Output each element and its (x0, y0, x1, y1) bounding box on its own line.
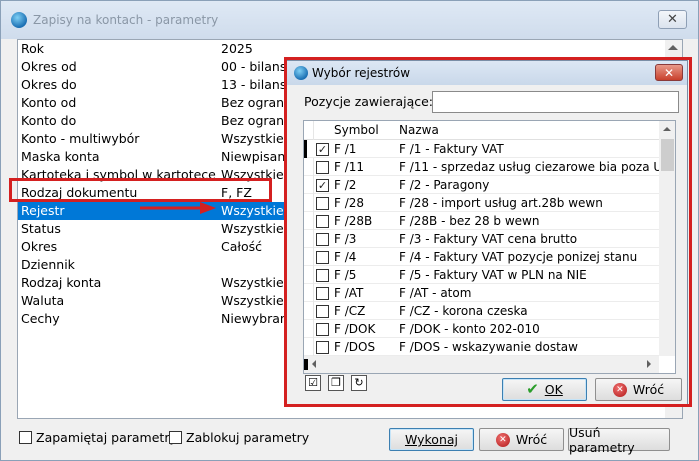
param-label: Cechy (21, 311, 60, 326)
execute-button[interactable]: Wykonaj (389, 428, 474, 451)
scroll-up-icon[interactable] (668, 45, 678, 50)
param-value: Wszystkie (221, 131, 284, 146)
param-value: Niewybran (221, 311, 288, 326)
param-label: Status (21, 221, 61, 236)
lock-params-label: Zablokuj parametry (186, 430, 310, 445)
execute-label: Wykonaj (404, 432, 459, 447)
param-value: Wszystkie (221, 221, 284, 236)
back-button[interactable]: ✕ Wróć (479, 428, 564, 451)
param-value: 13 - bilans (221, 77, 287, 92)
param-label: Okres od (21, 59, 77, 74)
param-label: Rejestr (21, 203, 65, 218)
close-button[interactable]: ✕ (658, 10, 687, 29)
close-icon: ✕ (667, 12, 678, 27)
param-label: Konto - multiwybór (21, 131, 140, 146)
param-label: Dziennik (21, 257, 75, 272)
param-value: Bez ograni (221, 95, 288, 110)
param-value: Wszystkie (221, 275, 284, 290)
param-value: Bez ograni (221, 113, 288, 128)
cancel-icon: ✕ (495, 432, 510, 447)
param-label: Waluta (21, 293, 65, 308)
remember-params-label: Zapamiętaj parametry (36, 430, 177, 445)
param-label: Konto do (21, 113, 77, 128)
dialog-highlight-box (284, 57, 692, 407)
param-value: Wszystkie (221, 293, 284, 308)
param-value: Całość (221, 239, 262, 254)
lock-params-checkbox[interactable]: Zablokuj parametry (169, 430, 309, 445)
back-label: Wróć (515, 432, 548, 447)
param-label: Rok (21, 41, 45, 56)
param-row[interactable]: Rok 2025 (18, 40, 683, 58)
param-label: Rodzaj konta (21, 275, 102, 290)
window-title: Zapisy na kontach - parametry (33, 13, 219, 27)
param-value: 00 - bilans (221, 59, 287, 74)
title-bar: Zapisy na kontach - parametry ✕ (1, 1, 698, 39)
app-icon (11, 12, 27, 28)
delete-params-button[interactable]: Usuń parametry (568, 425, 670, 455)
param-value: Wszystkie (221, 203, 284, 218)
checkbox-box[interactable] (19, 431, 32, 444)
highlight-arrow (140, 202, 216, 214)
highlight-box (9, 178, 272, 202)
delete-params-label: Usuń parametry (569, 424, 635, 455)
checkbox-box[interactable] (169, 431, 182, 444)
remember-params-checkbox[interactable]: Zapamiętaj parametry (19, 430, 177, 445)
param-label: Konto od (21, 95, 77, 110)
param-label: Okres (21, 239, 58, 254)
param-label: Okres do (21, 77, 77, 92)
param-label: Maska konta (21, 149, 100, 164)
param-value: Niewpisan (221, 149, 286, 164)
param-value: 2025 (221, 41, 253, 56)
